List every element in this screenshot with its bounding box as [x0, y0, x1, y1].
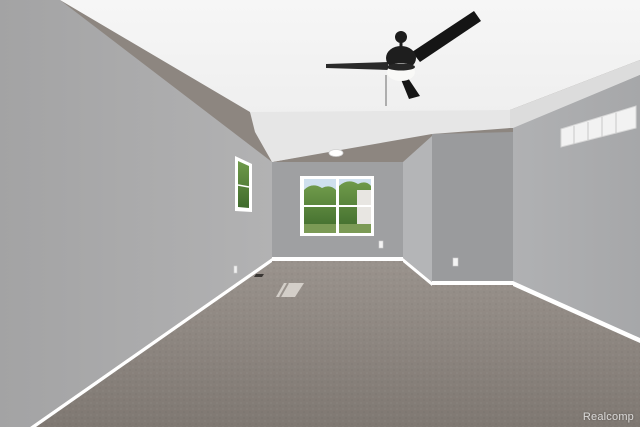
wall-outlet: [378, 240, 384, 249]
wall-outlet: [452, 257, 459, 267]
back-window: [300, 176, 374, 236]
front-wall-step: [432, 132, 513, 282]
watermark-logo: Realcomp: [582, 411, 634, 423]
room-photo: Realcomp: [0, 0, 640, 427]
room-illustration: [0, 0, 640, 427]
side-window: [235, 156, 252, 212]
ceiling-light: [328, 149, 344, 157]
baseboard-back: [272, 257, 403, 261]
side-wall-step: [403, 136, 432, 282]
baseboard-front-step: [432, 281, 513, 285]
wall-outlet: [233, 265, 238, 274]
